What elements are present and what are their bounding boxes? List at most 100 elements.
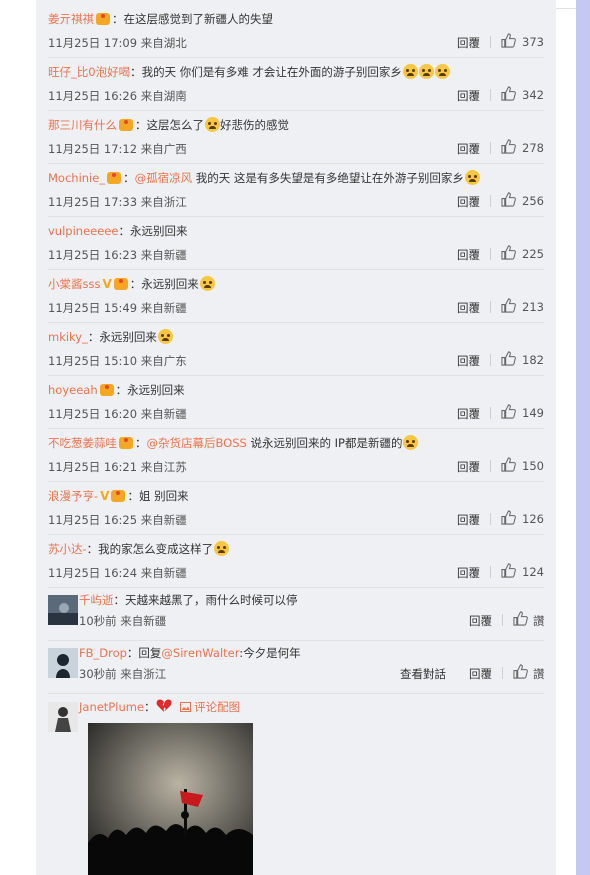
mention-link[interactable]: @孤宿凉风 bbox=[135, 171, 193, 185]
avatar[interactable] bbox=[48, 702, 78, 732]
comment-username[interactable]: hoyeeah bbox=[48, 383, 98, 397]
thumbs-up-icon[interactable] bbox=[501, 351, 516, 366]
thumbs-up-icon[interactable] bbox=[501, 33, 516, 48]
comment-username[interactable]: 不吃葱姜蒜哇 bbox=[48, 436, 117, 450]
mention-link[interactable]: @SirenWalter bbox=[161, 646, 239, 660]
crying-emoji-icon bbox=[403, 435, 419, 450]
comment-username[interactable]: JanetPlume bbox=[79, 700, 144, 714]
crying-emoji-icon bbox=[402, 64, 418, 79]
reply-button[interactable]: 回覆 bbox=[457, 565, 480, 581]
thumbs-up-icon[interactable] bbox=[501, 404, 516, 419]
like-label[interactable]: 讚 bbox=[533, 613, 545, 629]
comment-username[interactable]: Mochinie_ bbox=[48, 171, 105, 185]
comment-meta: 11月25日 17:12 来自广西 bbox=[48, 142, 187, 156]
comment-username[interactable]: FB_Drop bbox=[79, 646, 127, 660]
reply-button[interactable]: 回覆 bbox=[457, 35, 480, 51]
comment-text: ：永远别回来 bbox=[87, 330, 157, 344]
comment-item: JanetPlume： 评论配图 bbox=[48, 694, 544, 875]
comment-meta: 11月25日 16:23 来自新疆 bbox=[48, 248, 187, 262]
crying-emoji-icon bbox=[418, 64, 434, 79]
comment-item: 不吃葱姜蒜哇 ：@杂货店幕后BOSS 说永远别回来的 IP都是新疆的 11月25日… bbox=[48, 429, 544, 482]
comment-item: FB_Drop：回复@SirenWalter:今夕是何年 30秒前 来自浙江 查… bbox=[48, 641, 545, 694]
comment-username[interactable]: 苏小达- bbox=[48, 542, 87, 556]
comment-text-suffix: 好悲伤的感觉 bbox=[220, 118, 289, 132]
comment-meta: 11月25日 17:33 来自浙江 bbox=[48, 195, 187, 209]
comment-image-link[interactable]: 评论配图 bbox=[179, 700, 241, 714]
comment-text: ：天越来越黑了，雨什么时候可以停 bbox=[113, 593, 298, 607]
comment-meta: 11月25日 16:26 来自湖南 bbox=[48, 89, 187, 103]
comment-username[interactable]: 那三川有什么 bbox=[48, 118, 117, 132]
image-link-label: 评论配图 bbox=[194, 700, 241, 714]
reply-button[interactable]: 回覆 bbox=[457, 459, 480, 475]
top-divider bbox=[556, 8, 576, 9]
thumbs-up-icon[interactable] bbox=[513, 664, 528, 679]
comment-item: Mochinie_ ：@孤宿凉风 我的天 这是有多失望是有多绝望让在外游子别回家乡… bbox=[48, 164, 544, 217]
comment-item: 那三川有什么 ：这层怎么了 好悲伤的感觉 11月25日 17:12 来自广西 回覆 … bbox=[48, 111, 544, 164]
avatar[interactable] bbox=[48, 648, 78, 678]
comment-text: 说永远别回来的 IP都是新疆的 bbox=[246, 436, 403, 450]
divider bbox=[490, 301, 491, 313]
comment-text: ：姐 别回来 bbox=[127, 489, 189, 503]
like-count: 342 bbox=[522, 88, 544, 102]
like-label[interactable]: 讚 bbox=[533, 666, 545, 682]
thumbs-up-icon[interactable] bbox=[501, 192, 516, 207]
reply-button[interactable]: 回覆 bbox=[457, 247, 480, 263]
comment-text: ：这层怎么了 bbox=[135, 118, 204, 132]
reply-prefix: ：回复 bbox=[126, 646, 162, 660]
thumbs-up-icon[interactable] bbox=[501, 510, 516, 525]
comment-username[interactable]: vulpineeeee bbox=[48, 224, 118, 238]
divider bbox=[502, 667, 503, 679]
thumbs-up-icon[interactable] bbox=[501, 298, 516, 313]
thumbs-up-icon[interactable] bbox=[501, 457, 516, 472]
thumbs-up-icon[interactable] bbox=[501, 563, 516, 578]
thumbs-up-icon[interactable] bbox=[513, 611, 528, 626]
comment-text: ：在这层感觉到了新疆人的失望 bbox=[112, 12, 273, 26]
comment-meta: 11月25日 16:20 来自新疆 bbox=[48, 407, 187, 421]
comment-username[interactable]: 小棠酱sss bbox=[48, 277, 100, 291]
reply-button[interactable]: 回覆 bbox=[457, 512, 480, 528]
comment-username[interactable]: 旺仔_比0泡好喝 bbox=[48, 65, 130, 79]
divider bbox=[502, 614, 503, 626]
verified-icon: V bbox=[100, 489, 110, 503]
reply-button[interactable]: 回覆 bbox=[457, 88, 480, 104]
comment-username[interactable]: 千屿逝 bbox=[79, 593, 114, 607]
comment-text: ：永远别回来 bbox=[129, 277, 199, 291]
reply-button[interactable]: 回覆 bbox=[457, 353, 480, 369]
comment-item: 小棠酱sss V ：永远别回来 11月25日 15:49 来自新疆 回覆 213 bbox=[48, 270, 544, 323]
comment-photo[interactable] bbox=[88, 723, 253, 875]
reply-button[interactable]: 回覆 bbox=[469, 613, 492, 629]
avatar[interactable] bbox=[48, 595, 78, 625]
comment-meta: 11月25日 16:25 来自新疆 bbox=[48, 513, 187, 527]
comment-item: 浪漫予亨- V ：姐 别回来 11月25日 16:25 来自新疆 回覆 126 bbox=[48, 482, 544, 535]
scrollbar[interactable] bbox=[576, 0, 590, 875]
reply-button[interactable]: 回覆 bbox=[457, 300, 480, 316]
mention-link[interactable]: @杂货店幕后BOSS bbox=[147, 436, 247, 450]
divider bbox=[490, 142, 491, 154]
divider bbox=[490, 460, 491, 472]
comment-text: ：我的家怎么变成这样了 bbox=[86, 542, 214, 556]
vip-badge-icon bbox=[107, 172, 122, 184]
like-count: 373 bbox=[522, 35, 544, 49]
crying-emoji-icon bbox=[157, 329, 173, 344]
comment-username[interactable]: mkiky_ bbox=[48, 330, 88, 344]
thumbs-up-icon[interactable] bbox=[501, 245, 516, 260]
comment-meta: 11月25日 15:49 来自新疆 bbox=[48, 301, 187, 315]
like-count: 225 bbox=[522, 247, 544, 261]
crying-emoji-icon bbox=[214, 541, 230, 556]
divider bbox=[490, 513, 491, 525]
reply-button[interactable]: 回覆 bbox=[457, 141, 480, 157]
comment-item: 姜亓祺祺 ：在这层感觉到了新疆人的失望 11月25日 17:09 来自湖北 回覆 … bbox=[48, 5, 544, 58]
view-conversation-button[interactable]: 查看對話 bbox=[400, 666, 446, 682]
broken-heart-icon bbox=[156, 699, 172, 712]
comment-username[interactable]: 姜亓祺祺 bbox=[48, 12, 94, 26]
reply-button[interactable]: 回覆 bbox=[469, 666, 492, 682]
divider bbox=[490, 407, 491, 419]
divider bbox=[490, 566, 491, 578]
thumbs-up-icon[interactable] bbox=[501, 86, 516, 101]
reply-button[interactable]: 回覆 bbox=[457, 406, 480, 422]
vip-badge-icon bbox=[96, 13, 110, 25]
divider bbox=[490, 248, 491, 260]
thumbs-up-icon[interactable] bbox=[501, 139, 516, 154]
comment-username[interactable]: 浪漫予亨- bbox=[48, 489, 98, 503]
reply-button[interactable]: 回覆 bbox=[457, 194, 480, 210]
